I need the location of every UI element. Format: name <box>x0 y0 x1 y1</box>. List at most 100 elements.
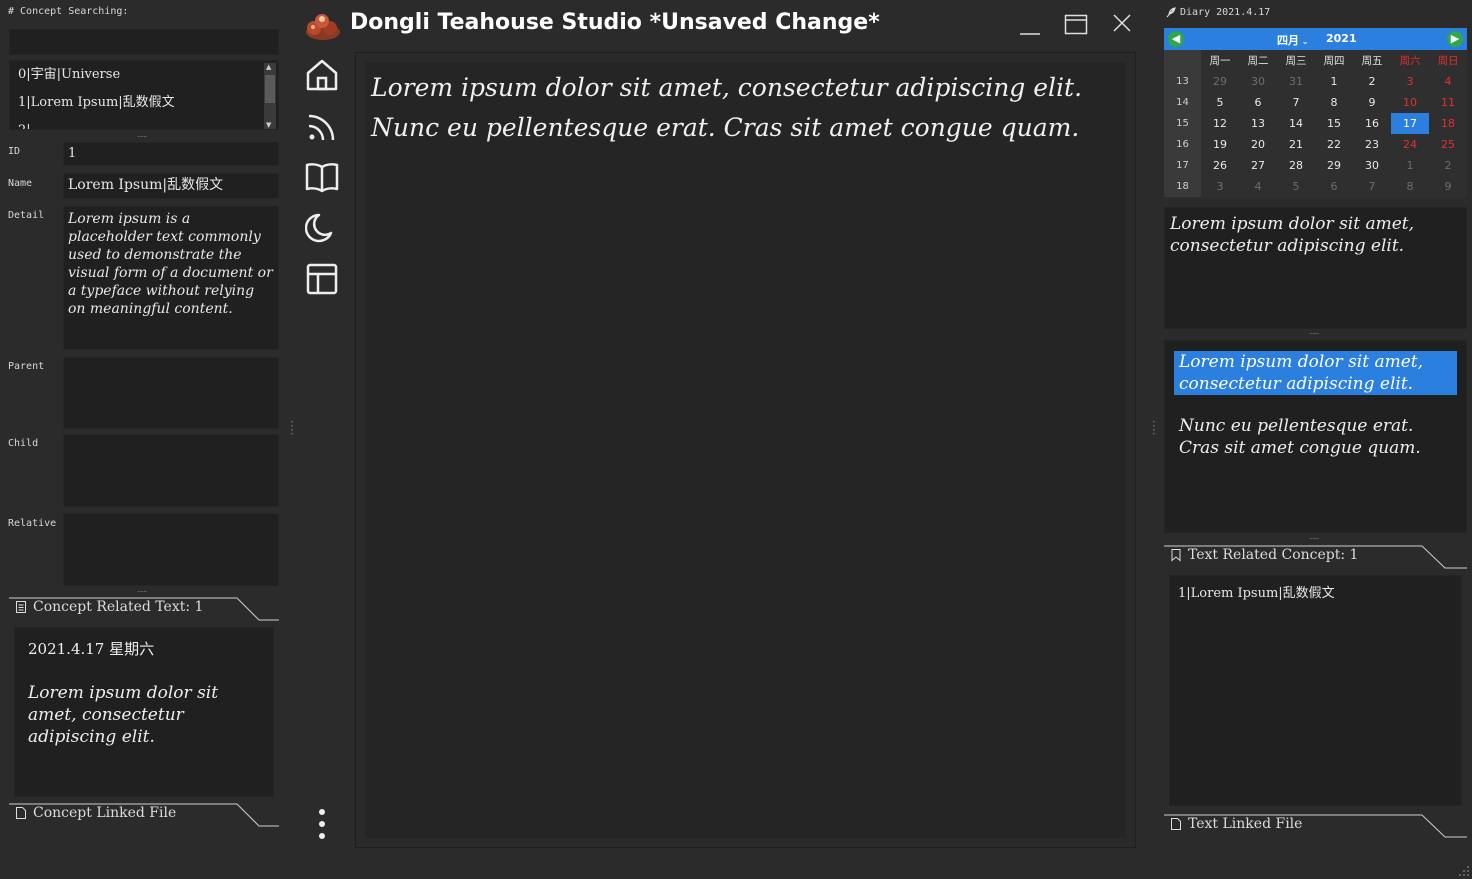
bookmark-icon <box>1171 549 1181 562</box>
calendar-day[interactable]: 28 <box>1277 155 1315 176</box>
calendar-day[interactable]: 4 <box>1429 71 1467 92</box>
concept-search-input[interactable] <box>9 29 279 55</box>
concept-search-results: 0|宇宙|Universe 1|Lorem Ipsum|乱数假文 2|... ▲… <box>9 60 279 130</box>
close-icon[interactable] <box>1111 12 1133 34</box>
name-label: Name <box>8 178 33 189</box>
calendar-day[interactable]: 17 <box>1391 113 1429 134</box>
outline-item-selected[interactable]: Lorem ipsum dolor sit amet, consectetur … <box>1174 351 1457 395</box>
layout-icon[interactable] <box>305 262 339 296</box>
calendar-day[interactable]: 12 <box>1201 113 1239 134</box>
calendar-day[interactable]: 2 <box>1429 155 1467 176</box>
calendar-day[interactable]: 22 <box>1315 134 1353 155</box>
calendar-day[interactable]: 7 <box>1353 176 1391 197</box>
diary-preview[interactable]: Lorem ipsum dolor sit amet, consectetur … <box>1164 207 1467 329</box>
next-month-button[interactable]: ▶ <box>1447 31 1463 47</box>
splitter-handle-vertical[interactable]: · · · · <box>290 416 294 440</box>
calendar-day[interactable]: 5 <box>1201 92 1239 113</box>
calendar-day[interactable]: 1 <box>1315 71 1353 92</box>
calendar-day[interactable]: 7 <box>1277 92 1315 113</box>
prev-month-button[interactable]: ◀ <box>1168 31 1184 47</box>
scroll-up-icon[interactable]: ▲ <box>266 63 271 71</box>
calendar-day[interactable]: 3 <box>1201 176 1239 197</box>
relative-field[interactable] <box>63 513 279 586</box>
calendar-day[interactable]: 3 <box>1391 71 1429 92</box>
detail-field[interactable]: Lorem ipsum is a placeholder text common… <box>63 206 279 350</box>
calendar-day[interactable]: 13 <box>1239 113 1277 134</box>
calendar-day[interactable]: 16 <box>1353 113 1391 134</box>
text-linked-file-tab[interactable]: Text Linked File <box>1164 814 1467 840</box>
scroll-thumb[interactable] <box>265 75 275 103</box>
calendar-day[interactable]: 29 <box>1315 155 1353 176</box>
calendar-day[interactable]: 9 <box>1353 92 1391 113</box>
calendar-day[interactable]: 24 <box>1391 134 1429 155</box>
calendar-day[interactable]: 27 <box>1239 155 1277 176</box>
calendar-day[interactable]: 18 <box>1429 113 1467 134</box>
book-icon[interactable] <box>305 160 339 194</box>
splitter-handle[interactable]: ...... <box>1309 532 1319 541</box>
id-field[interactable]: 1 <box>63 142 279 166</box>
text-related-concept-tab[interactable]: Text Related Concept: 1 <box>1164 545 1467 571</box>
calendar-day[interactable]: 9 <box>1429 176 1467 197</box>
splitter-handle[interactable]: ...... <box>137 585 147 594</box>
concept-linked-file-tab[interactable]: Concept Linked File <box>9 803 279 829</box>
calendar-day[interactable]: 30 <box>1353 155 1391 176</box>
calendar-day[interactable]: 30 <box>1239 71 1277 92</box>
home-icon[interactable] <box>305 58 339 92</box>
child-field[interactable] <box>63 434 279 507</box>
calendar-day[interactable]: 26 <box>1201 155 1239 176</box>
calendar-day[interactable]: 31 <box>1277 71 1315 92</box>
outline-item[interactable]: Nunc eu pellentesque erat. Cras sit amet… <box>1179 415 1454 459</box>
list-item[interactable]: 2|... <box>10 117 278 129</box>
parent-field[interactable] <box>63 357 279 429</box>
calendar-day[interactable]: 4 <box>1239 176 1277 197</box>
calendar-day[interactable]: 15 <box>1315 113 1353 134</box>
minimize-icon[interactable] <box>1018 14 1042 38</box>
week-number: 14 <box>1164 92 1201 113</box>
calendar-day[interactable]: 8 <box>1315 92 1353 113</box>
list-item[interactable]: 1|Lorem Ipsum|乱数假文 <box>10 89 278 117</box>
diary-preview-text: Lorem ipsum dolor sit amet, consectetur … <box>1170 214 1415 256</box>
concept-related-text-list[interactable]: 2021.4.17 星期六 Lorem ipsum dolor sit amet… <box>14 627 274 797</box>
name-field[interactable]: Lorem Ipsum|乱数假文 <box>63 173 279 199</box>
scroll-down-icon[interactable]: ▼ <box>266 121 271 129</box>
calendar-day[interactable]: 5 <box>1277 176 1315 197</box>
week-number: 18 <box>1164 176 1201 197</box>
week-number: 13 <box>1164 71 1201 92</box>
list-item[interactable]: 1|Lorem Ipsum|乱数假文 <box>1178 582 1335 601</box>
calendar-day[interactable]: 10 <box>1391 92 1429 113</box>
week-number: 16 <box>1164 134 1201 155</box>
calendar-day[interactable]: 2 <box>1353 71 1391 92</box>
calendar-year[interactable]: 2021 <box>1326 32 1357 45</box>
arrow-left-icon: ◀ <box>1171 32 1181 45</box>
calendar-day[interactable]: 19 <box>1201 134 1239 155</box>
text-editor[interactable]: Lorem ipsum dolor sit amet, consectetur … <box>365 62 1126 838</box>
maximize-icon[interactable] <box>1064 12 1088 36</box>
text-related-concept-list: 1|Lorem Ipsum|乱数假文 <box>1169 575 1462 806</box>
list-item[interactable]: 0|宇宙|Universe <box>10 61 278 89</box>
calendar-day[interactable]: 20 <box>1239 134 1277 155</box>
splitter-handle[interactable]: ...... <box>137 130 147 139</box>
calendar-day[interactable]: 8 <box>1391 176 1429 197</box>
editor-line: Lorem ipsum dolor sit amet, consectetur … <box>371 73 1083 102</box>
calendar-day[interactable]: 25 <box>1429 134 1467 155</box>
calendar-week-row: 13 29 30 31 1 2 3 4 <box>1164 71 1467 92</box>
moon-icon[interactable] <box>305 211 339 245</box>
splitter-handle-vertical[interactable]: · · · · <box>1152 416 1156 440</box>
splitter-handle[interactable]: ...... <box>1309 327 1319 336</box>
calendar-day[interactable]: 1 <box>1391 155 1429 176</box>
concept-related-text-tab[interactable]: Concept Related Text: 1 <box>9 597 279 623</box>
results-scrollbar[interactable]: ▲ ▼ <box>264 63 276 129</box>
diary-label: Diary 2021.4.17 <box>1180 6 1271 18</box>
rss-icon[interactable] <box>305 110 339 144</box>
more-options-icon[interactable] <box>316 808 328 840</box>
calendar-day[interactable]: 29 <box>1201 71 1239 92</box>
calendar-day[interactable]: 11 <box>1429 92 1467 113</box>
calendar-day[interactable]: 6 <box>1239 92 1277 113</box>
calendar-day[interactable]: 14 <box>1277 113 1315 134</box>
tab-label: Concept Related Text: 1 <box>33 599 204 615</box>
calendar-day[interactable]: 23 <box>1353 134 1391 155</box>
calendar-day[interactable]: 6 <box>1315 176 1353 197</box>
resize-grip-icon[interactable] <box>1458 865 1470 877</box>
calendar-day[interactable]: 21 <box>1277 134 1315 155</box>
calendar-month[interactable]: 四月 ⌄ <box>1277 32 1309 48</box>
